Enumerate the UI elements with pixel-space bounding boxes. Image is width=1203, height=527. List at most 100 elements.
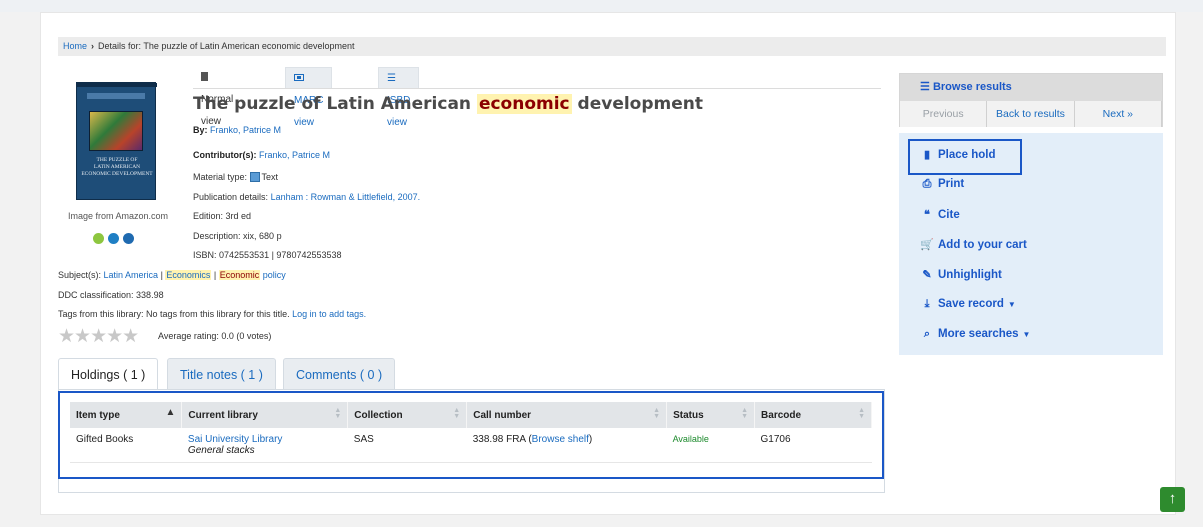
action-label: Place hold: [938, 149, 996, 161]
cover-dots: [93, 231, 138, 244]
more-searches-dropdown[interactable]: ⌕ More searches ▼: [920, 328, 1031, 341]
action-label: Print: [938, 178, 965, 190]
tab-title-notes[interactable]: Title notes ( 1 ): [167, 358, 276, 390]
breadcrumb-home-link[interactable]: Home: [63, 41, 87, 51]
search-icon: ⌕: [923, 328, 931, 340]
cover-artwork: [89, 111, 143, 151]
star-rating[interactable]: ★★★★★: [58, 325, 139, 348]
list-icon: ☰: [387, 73, 396, 84]
description-label: Description:: [193, 231, 241, 241]
column-header-current-library[interactable]: Current library ▲ ▼: [181, 402, 349, 428]
tags-label: Tags from this library:: [58, 309, 144, 319]
table-row: Gifted Books Sai University Library Gener…: [70, 428, 872, 463]
image-source-label: Image from Amazon.com: [67, 211, 169, 221]
sort-icon: ▲ ▼: [858, 407, 865, 420]
marc-icon: [294, 74, 304, 81]
cover-title-text: THE PUZZLE OF LATIN AMERICAN ECONOMIC DEVE…: [81, 157, 153, 177]
column-header-barcode[interactable]: Barcode ▲ ▼: [754, 402, 872, 428]
previous-button[interactable]: Previous: [900, 101, 988, 127]
sort-icon: ▲ ▼: [741, 407, 749, 420]
average-rating: Average rating: 0.0 (0 votes): [158, 331, 272, 341]
contributors-field: Contributor(s): Franko, Patrice M: [193, 150, 330, 160]
subjects-field: Subject(s): Latin America | Economics | …: [58, 270, 286, 280]
contributors-label: Contributor(s):: [193, 150, 257, 160]
tab-isbd-view[interactable]: ☰ISBD view: [378, 67, 420, 128]
column-header-call-number[interactable]: Call number ▲ ▼: [466, 402, 668, 428]
publication-label: Publication details:: [193, 192, 269, 202]
unhighlight-link[interactable]: ✎ Unhighlight: [920, 268, 1001, 281]
column-label: Current library: [188, 409, 258, 421]
contributor-link[interactable]: Franko, Patrice M: [259, 150, 330, 160]
action-label: Cite: [938, 209, 960, 221]
sort-icon: ▲ ▼: [653, 407, 661, 420]
tab-divider: [193, 88, 881, 89]
status-available: Available: [672, 434, 709, 444]
ddc-value: 338.98: [136, 290, 164, 300]
cover-dot[interactable]: [108, 233, 119, 244]
sort-icon: ▲ ▼: [453, 407, 461, 420]
cover-dot[interactable]: [123, 233, 134, 244]
ddc-field: DDC classification: 338.98: [58, 290, 164, 300]
isbn-field: ISBN: 0742553531 | 9780742553538: [193, 250, 342, 260]
cite-link[interactable]: ❝ Cite: [920, 208, 960, 221]
column-label: Item type: [76, 409, 120, 421]
bookmark-icon: ▮: [923, 149, 931, 161]
cover-stripe: [77, 83, 157, 87]
column-label: Barcode: [761, 409, 802, 421]
subject-link[interactable]: Economic policy: [218, 270, 286, 280]
tab-normal-view[interactable]: Normal view: [193, 67, 242, 127]
library-link[interactable]: Sai University Library: [188, 434, 282, 445]
browse-shelf-link[interactable]: Browse shelf: [532, 434, 589, 445]
sort-asc-icon: ▲: [165, 407, 176, 418]
back-to-top-button[interactable]: ↑: [1160, 487, 1185, 512]
cell-collection: SAS: [347, 428, 467, 463]
place-hold-link[interactable]: ▮ Place hold: [920, 148, 996, 161]
sort-icon: ▲ ▼: [334, 407, 342, 420]
publication-field: Publication details: Lanham : Rowman & L…: [193, 192, 420, 202]
login-to-tag-link[interactable]: Log in to add tags.: [292, 309, 366, 319]
print-link[interactable]: ⎙ Print: [920, 178, 965, 191]
cell-item-type: Gifted Books: [70, 428, 182, 463]
action-label: More searches: [938, 328, 1019, 340]
title-highlight: economic: [476, 94, 572, 114]
column-header-collection[interactable]: Collection ▲ ▼: [347, 402, 468, 428]
author-field: By: Franko, Patrice M: [193, 125, 281, 135]
subject-link[interactable]: Economics: [165, 270, 212, 280]
publication-link[interactable]: Lanham : Rowman & Littlefield, 2007.: [271, 192, 421, 202]
cover-publisher-band: [87, 93, 145, 99]
book-cover-image[interactable]: THE PUZZLE OF LATIN AMERICAN ECONOMIC DEVE…: [76, 82, 157, 200]
tags-none-text: No tags from this library for this title…: [146, 309, 290, 319]
tab-holdings[interactable]: Holdings ( 1 ): [58, 358, 159, 390]
top-strip: [0, 0, 1203, 12]
next-button[interactable]: Next »: [1074, 101, 1162, 127]
menu-icon: ☰: [920, 81, 930, 93]
document-icon: [201, 72, 208, 81]
author-link[interactable]: Franko, Patrice M: [210, 125, 281, 135]
cover-dot[interactable]: [93, 233, 104, 244]
add-to-cart-link[interactable]: 🛒 Add to your cart: [920, 238, 1027, 251]
double-chevron-right-icon: »: [1127, 108, 1133, 120]
isbn-value: 0742553531 | 9780742553538: [219, 250, 342, 260]
column-label: Collection: [354, 409, 403, 421]
quote-icon: ❝: [924, 209, 930, 221]
back-to-results-button[interactable]: Back to results: [987, 101, 1075, 127]
description-value: xix, 680 p: [243, 231, 282, 241]
ddc-label: DDC classification:: [58, 290, 134, 300]
call-number-value: 338.98 FRA: [472, 434, 526, 445]
description-field: Description: xix, 680 p: [193, 231, 282, 241]
column-header-status[interactable]: Status ▲ ▼: [666, 402, 756, 428]
edition-label: Edition:: [193, 211, 224, 221]
save-record-dropdown[interactable]: ⤓ Save record ▼: [920, 298, 1016, 311]
tags-field: Tags from this library: No tags from thi…: [58, 309, 366, 319]
browse-results-header[interactable]: ☰ Browse results: [900, 74, 1162, 101]
cell-call-number: 338.98 FRA (Browse shelf): [466, 428, 667, 463]
tab-marc-view[interactable]: MARC view: [285, 67, 333, 128]
column-header-item-type[interactable]: Item type ▲: [70, 402, 183, 428]
subject-link[interactable]: Latin America: [104, 270, 159, 280]
cell-status: Available: [666, 428, 755, 463]
tab-comments[interactable]: Comments ( 0 ): [283, 358, 396, 390]
subjects-label: Subject(s):: [58, 270, 102, 280]
caret-down-icon: ▼: [1022, 330, 1031, 339]
download-icon: ⤓: [924, 298, 930, 310]
breadcrumb-current: Details for: The puzzle of Latin America…: [98, 41, 355, 51]
